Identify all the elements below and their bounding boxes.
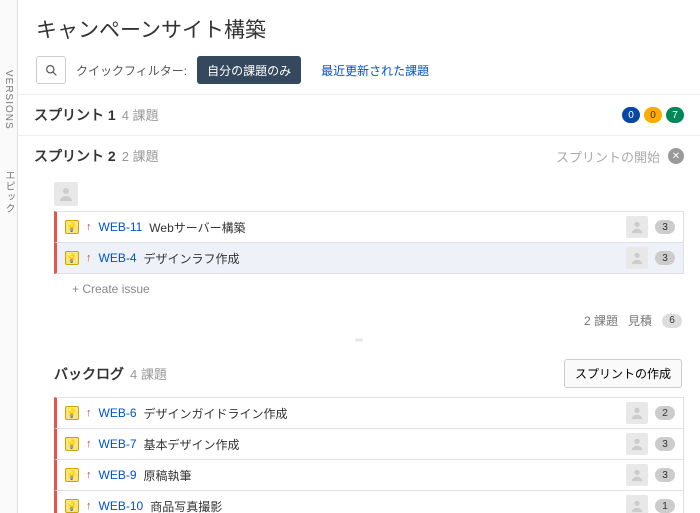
- idea-icon: 💡: [65, 468, 79, 482]
- close-icon[interactable]: ✕: [668, 148, 684, 164]
- issue-row[interactable]: 💡 ↑ WEB-9 原稿執筆 3: [54, 459, 684, 491]
- drag-handle[interactable]: ═: [18, 335, 700, 345]
- priority-high-icon: ↑: [86, 252, 92, 264]
- rail-versions[interactable]: VERSIONS: [3, 70, 14, 130]
- issue-key[interactable]: WEB-10: [99, 499, 144, 513]
- idea-icon: 💡: [65, 220, 79, 234]
- sprint2-footer-est: 6: [662, 314, 682, 328]
- issue-row[interactable]: 💡 ↑ WEB-4 デザインラフ作成 3: [54, 242, 684, 274]
- rail-epic[interactable]: エピック: [1, 170, 16, 214]
- issue-row[interactable]: 💡 ↑ WEB-7 基本デザイン作成 3: [54, 428, 684, 460]
- search-icon: [45, 64, 58, 77]
- issue-summary: デザインガイドライン作成: [144, 405, 619, 422]
- issue-key[interactable]: WEB-4: [99, 251, 137, 265]
- badge-done: 7: [666, 107, 684, 123]
- assignee-avatar[interactable]: [626, 433, 648, 455]
- issue-row[interactable]: 💡 ↑ WEB-10 商品写真撮影 1: [54, 490, 684, 513]
- issue-key[interactable]: WEB-9: [99, 468, 137, 482]
- filter-my-issues[interactable]: 自分の課題のみ: [197, 56, 301, 84]
- issue-summary: 原稿執筆: [144, 467, 619, 484]
- sprint2-name: スプリント 2: [34, 148, 116, 164]
- backlog-name: バックログ: [54, 366, 124, 382]
- assignee-avatar[interactable]: [626, 216, 648, 238]
- issue-summary: Webサーバー構築: [149, 219, 619, 236]
- priority-high-icon: ↑: [86, 438, 92, 450]
- estimate-badge: 3: [655, 437, 675, 451]
- assignee-avatar[interactable]: [626, 247, 648, 269]
- issue-summary: 商品写真撮影: [150, 498, 619, 513]
- priority-high-icon: ↑: [86, 469, 92, 481]
- sprint1-name: スプリント 1: [34, 107, 116, 123]
- sprint2-footer-est-label: 見積: [628, 312, 652, 329]
- sprint2-footer-count: 2 課題: [584, 312, 618, 329]
- create-sprint-button[interactable]: スプリントの作成: [564, 359, 682, 388]
- issue-summary: 基本デザイン作成: [144, 436, 619, 453]
- issue-key[interactable]: WEB-7: [99, 437, 137, 451]
- issue-key[interactable]: WEB-11: [99, 220, 143, 234]
- assignee-avatar[interactable]: [626, 495, 648, 513]
- sprint-start-label: スプリントの開始: [556, 147, 660, 166]
- filter-label: クイックフィルター:: [76, 62, 187, 79]
- assignee-filter-avatar[interactable]: [54, 182, 78, 206]
- estimate-badge: 3: [655, 220, 675, 234]
- badge-todo: 0: [622, 107, 640, 123]
- backlog-count: 4 課題: [130, 367, 167, 382]
- idea-icon: 💡: [65, 499, 79, 513]
- estimate-badge: 3: [655, 251, 675, 265]
- priority-high-icon: ↑: [86, 221, 92, 233]
- priority-high-icon: ↑: [86, 500, 92, 512]
- create-issue[interactable]: + Create issue: [72, 282, 684, 296]
- idea-icon: 💡: [65, 406, 79, 420]
- assignee-avatar[interactable]: [626, 402, 648, 424]
- side-rail: VERSIONS エピック: [0, 0, 18, 513]
- idea-icon: 💡: [65, 437, 79, 451]
- sprint1-header[interactable]: スプリント 1 4 課題 0 0 7: [18, 94, 700, 135]
- issue-row[interactable]: 💡 ↑ WEB-11 Webサーバー構築 3: [54, 211, 684, 243]
- issue-summary: デザインラフ作成: [144, 250, 619, 267]
- filter-recent[interactable]: 最近更新された課題: [311, 56, 439, 84]
- sprint2-count: 2 課題: [122, 149, 159, 164]
- issue-row[interactable]: 💡 ↑ WEB-6 デザインガイドライン作成 2: [54, 397, 684, 429]
- badge-progress: 0: [644, 107, 662, 123]
- sprint1-count: 4 課題: [122, 108, 159, 123]
- issue-key[interactable]: WEB-6: [99, 406, 137, 420]
- idea-icon: 💡: [65, 251, 79, 265]
- page-title: キャンペーンサイト構築: [36, 14, 682, 44]
- search-button[interactable]: [36, 56, 66, 84]
- priority-high-icon: ↑: [86, 407, 92, 419]
- sprint2-header[interactable]: スプリント 2 2 課題 スプリントの開始 ✕: [18, 135, 700, 176]
- estimate-badge: 3: [655, 468, 675, 482]
- assignee-avatar[interactable]: [626, 464, 648, 486]
- estimate-badge: 2: [655, 406, 675, 420]
- estimate-badge: 1: [655, 499, 675, 513]
